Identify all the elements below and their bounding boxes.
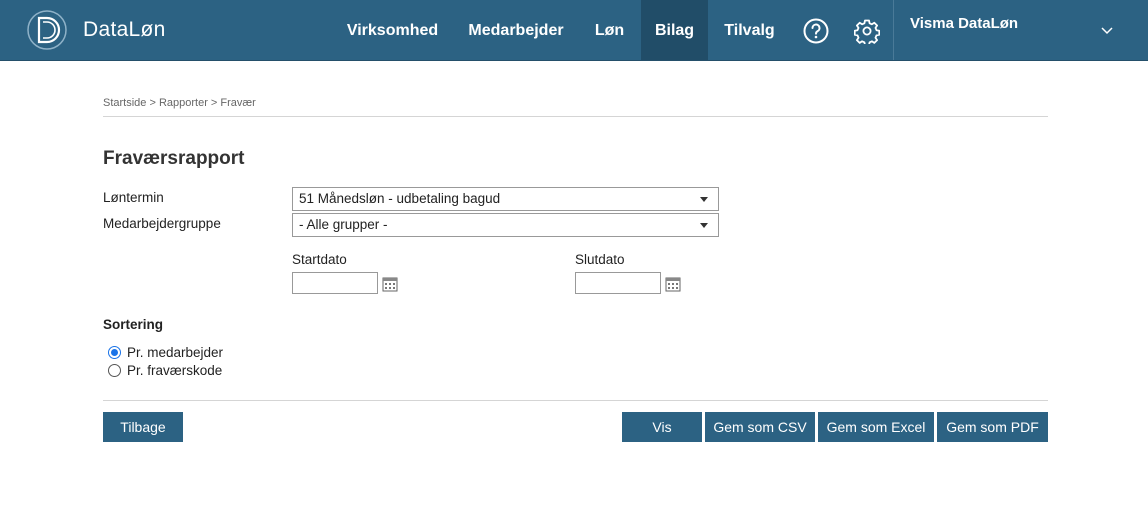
nav-bilag[interactable]: Bilag	[641, 0, 708, 60]
nav-virksomhed[interactable]: Virksomhed	[335, 0, 450, 60]
loentermin-value: 51 Månedsløn - udbetaling bagud	[299, 191, 501, 206]
radio-pr-fravaerskode[interactable]	[108, 364, 121, 377]
calendar-icon[interactable]	[382, 276, 398, 292]
slutdato-label: Slutdato	[575, 252, 625, 267]
sortering-label: Sortering	[103, 317, 164, 332]
save-excel-button[interactable]: Gem som Excel	[818, 412, 934, 442]
nav-tilvalg[interactable]: Tilvalg	[713, 0, 786, 60]
breadcrumb[interactable]: Startside > Rapporter > Fravær	[103, 97, 256, 109]
brand-name: DataLøn	[83, 18, 166, 41]
radio-label-pr-fravaerskode[interactable]: Pr. fraværskode	[127, 363, 222, 378]
nav-divider	[893, 0, 894, 60]
save-pdf-button[interactable]: Gem som PDF	[937, 412, 1048, 442]
radio-label-pr-medarbejder[interactable]: Pr. medarbejder	[127, 345, 223, 360]
loentermin-select[interactable]: 51 Månedsløn - udbetaling bagud	[292, 187, 719, 211]
medarbejdergruppe-value: - Alle grupper -	[299, 217, 388, 232]
startdato-input[interactable]	[292, 272, 378, 294]
divider	[103, 400, 1048, 401]
page-title: Fraværsrapport	[103, 148, 245, 169]
save-csv-button[interactable]: Gem som CSV	[705, 412, 815, 442]
show-button[interactable]: Vis	[622, 412, 702, 442]
loentermin-label: Løntermin	[103, 190, 164, 205]
nav-loen[interactable]: Løn	[583, 0, 636, 60]
nav-medarbejder[interactable]: Medarbejder	[455, 0, 577, 60]
gear-icon[interactable]	[854, 18, 880, 44]
chevron-down-icon[interactable]	[1101, 27, 1113, 35]
help-icon[interactable]	[803, 18, 829, 44]
dropdown-arrow-icon	[700, 223, 708, 228]
datalon-logo-icon[interactable]	[27, 8, 67, 52]
medarbejdergruppe-label: Medarbejdergruppe	[103, 216, 221, 231]
top-navigation-bar: DataLøn Virksomhed Medarbejder Løn Bilag…	[0, 0, 1148, 61]
slutdato-input[interactable]	[575, 272, 661, 294]
startdato-label: Startdato	[292, 252, 347, 267]
company-name[interactable]: Visma DataLøn	[910, 15, 1018, 32]
back-button[interactable]: Tilbage	[103, 412, 183, 442]
medarbejdergruppe-select[interactable]: - Alle grupper -	[292, 213, 719, 237]
radio-pr-medarbejder[interactable]	[108, 346, 121, 359]
divider	[103, 116, 1048, 117]
dropdown-arrow-icon	[700, 197, 708, 202]
calendar-icon[interactable]	[665, 276, 681, 292]
